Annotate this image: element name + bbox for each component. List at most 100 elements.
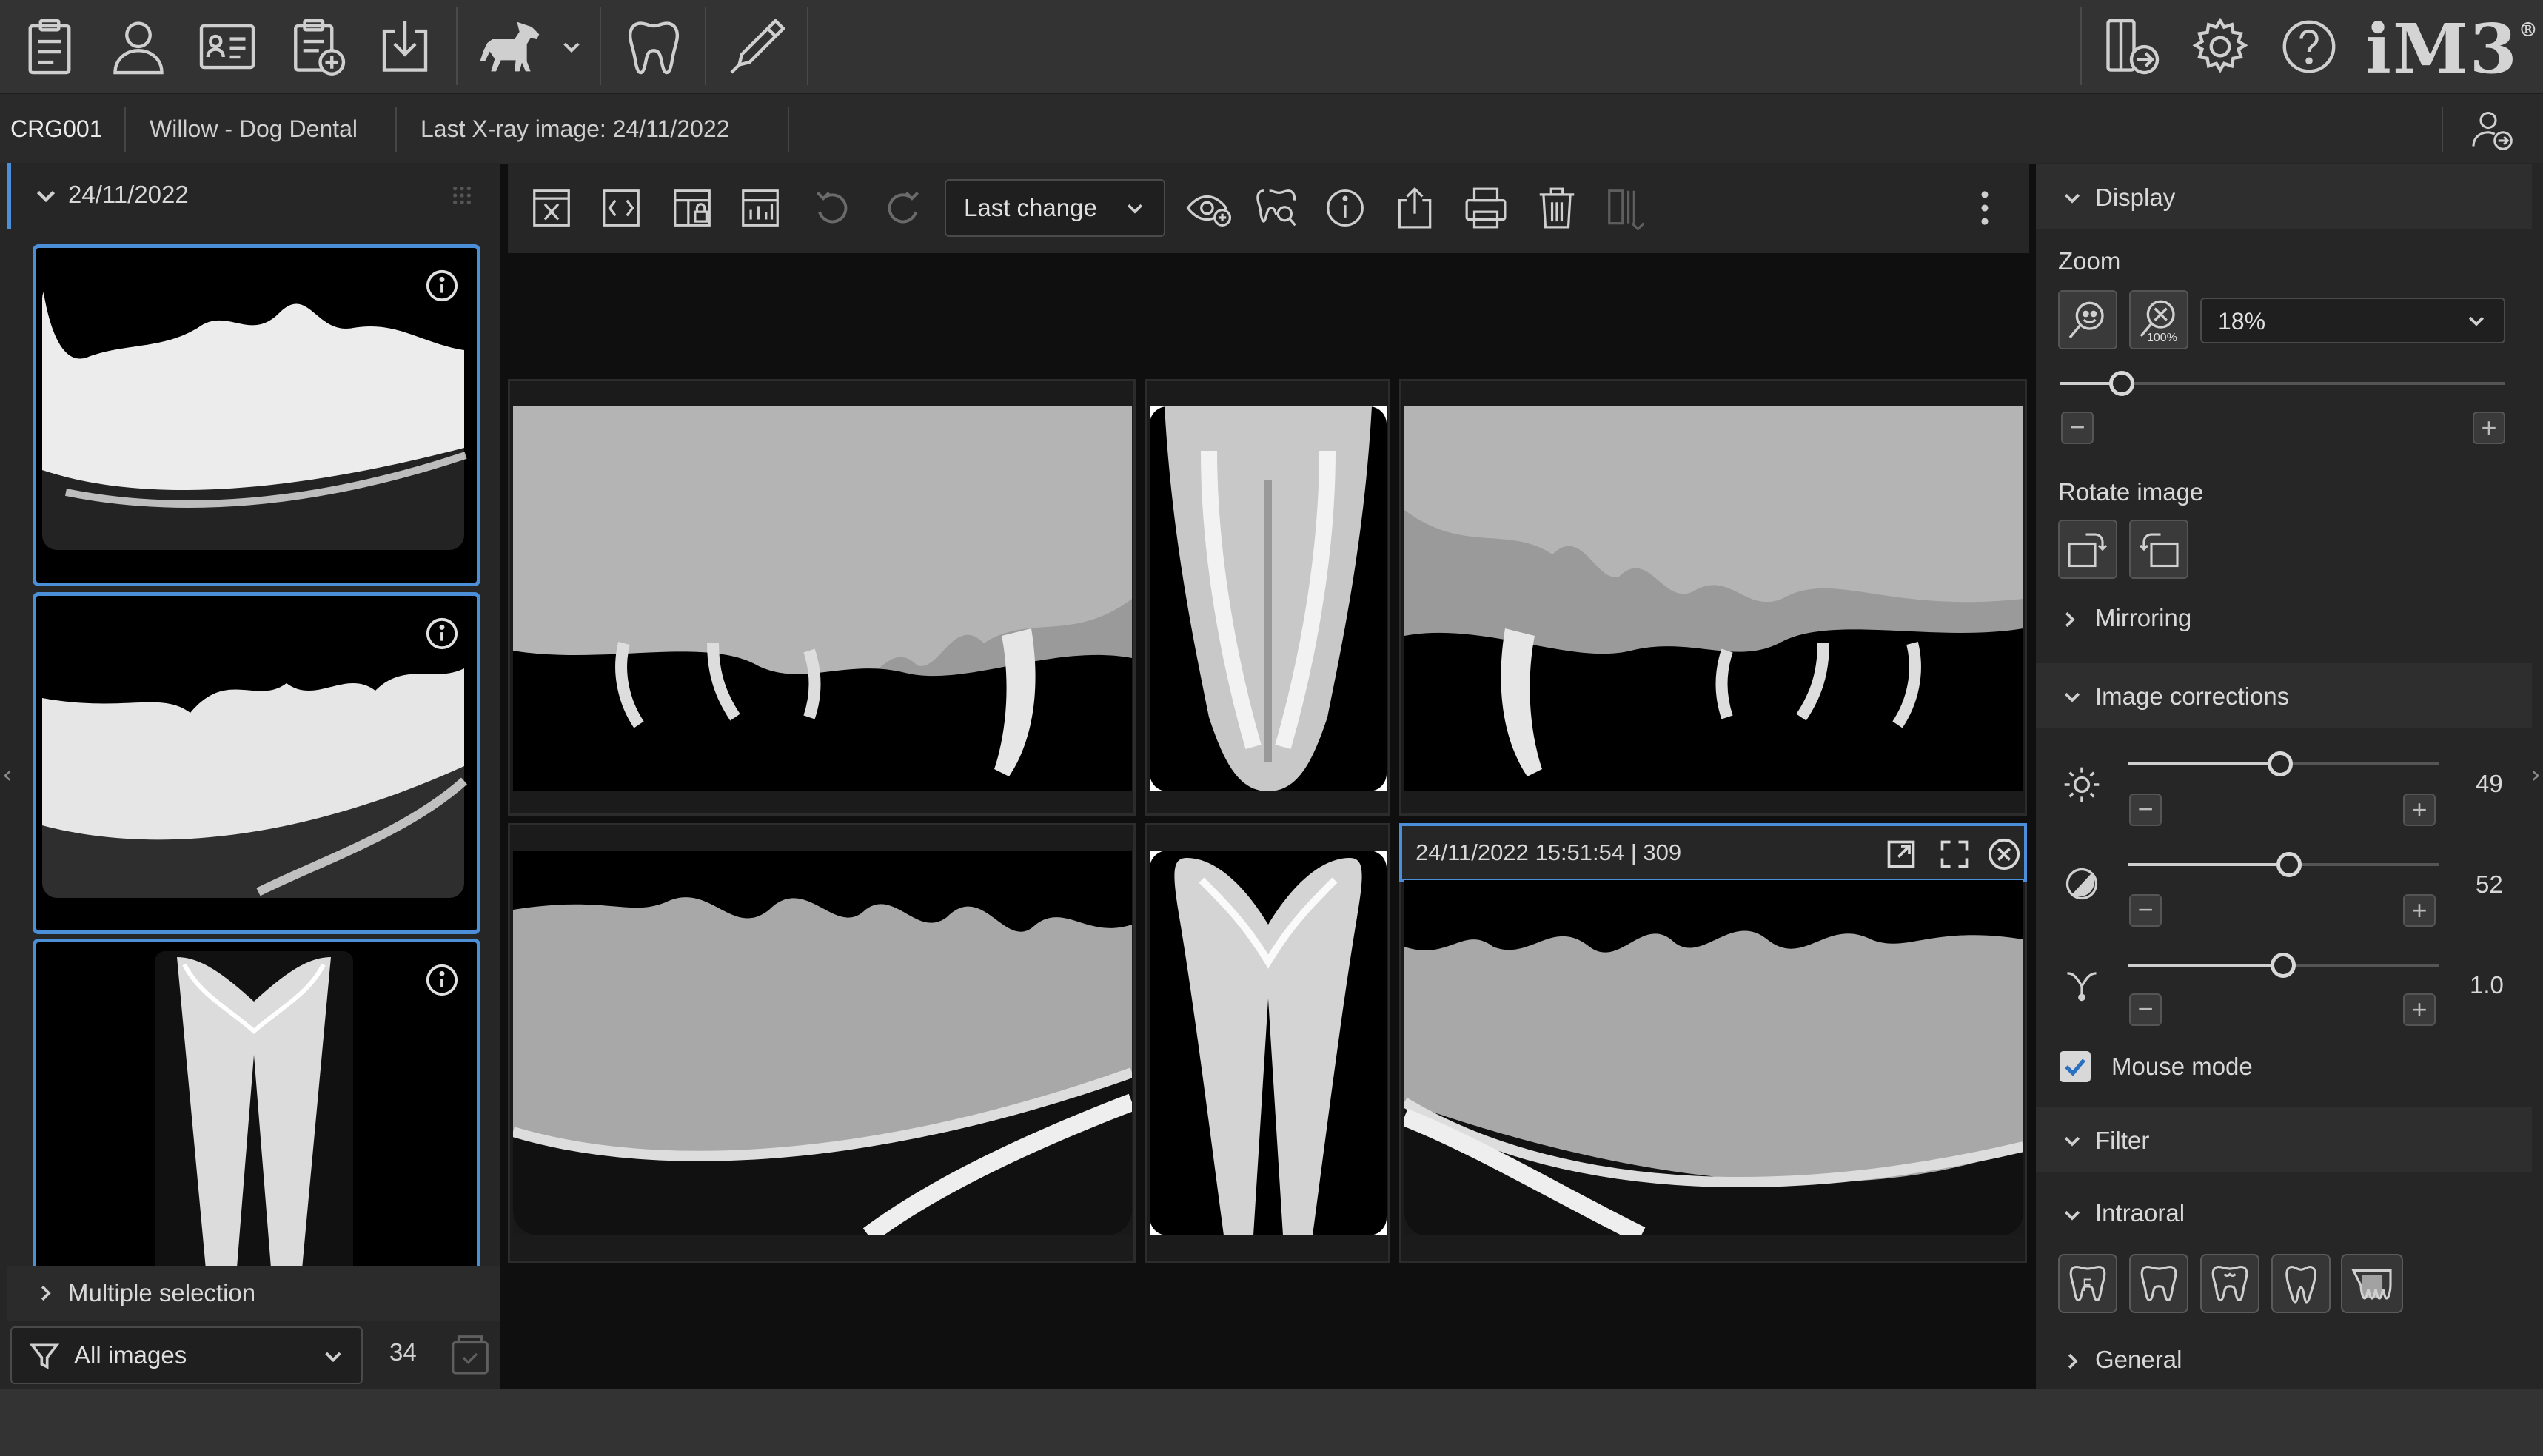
info-icon[interactable] — [425, 963, 459, 997]
xray-image[interactable] — [1150, 406, 1387, 791]
help-icon[interactable] — [2270, 7, 2348, 85]
xray-image[interactable] — [1404, 880, 2023, 1235]
layout-lock-icon[interactable] — [666, 182, 718, 234]
zoom-out-button[interactable]: − — [2061, 412, 2094, 444]
zoom-in-button[interactable]: + — [2473, 412, 2505, 444]
viewer-cell[interactable] — [1145, 823, 1390, 1263]
contrast-slider-fill — [2128, 863, 2290, 866]
gamma-decrease-button[interactable]: − — [2129, 993, 2162, 1026]
viewer-cell[interactable] — [1145, 379, 1390, 816]
switch-patient-icon[interactable] — [2470, 107, 2514, 152]
intraoral-label: Intraoral — [2095, 1199, 2185, 1227]
chevron-down-icon — [2064, 1136, 2080, 1147]
rotate-left-button[interactable] — [2058, 520, 2117, 579]
filter-canine-button[interactable] — [2271, 1254, 2331, 1313]
intraoral-row[interactable]: Intraoral — [2060, 1196, 2504, 1233]
drag-handle-icon[interactable] — [450, 184, 474, 207]
more-options-icon[interactable] — [1959, 182, 2011, 234]
toolbar-divider — [600, 7, 601, 85]
gamma-increase-button[interactable]: + — [2403, 993, 2436, 1026]
brightness-decrease-button[interactable]: − — [2129, 794, 2162, 826]
tooth-search-icon[interactable] — [1251, 182, 1303, 234]
import-icon[interactable] — [366, 7, 443, 85]
fullscreen-icon[interactable] — [1938, 838, 1971, 870]
brightness-icon — [2064, 767, 2100, 802]
xray-image[interactable] — [513, 851, 1132, 1235]
mouse-mode-label: Mouse mode — [2111, 1053, 2253, 1080]
thumbnail-image[interactable] — [33, 244, 480, 586]
filter-incisor-button[interactable] — [2341, 1254, 2403, 1313]
viewer-cell[interactable] — [508, 823, 1136, 1263]
chevron-down-icon[interactable] — [557, 7, 586, 85]
brightness-slider-handle[interactable] — [2267, 751, 2293, 776]
filter-premolar-button[interactable] — [2200, 1254, 2259, 1313]
info-icon[interactable] — [425, 269, 459, 303]
zoom-fit-button[interactable] — [2058, 290, 2117, 349]
contrast-increase-button[interactable]: + — [2403, 894, 2436, 927]
chevron-down-icon — [1127, 204, 1143, 214]
trash-icon[interactable] — [1531, 182, 1583, 234]
mouse-mode-checkbox[interactable] — [2060, 1051, 2091, 1082]
date-group-label[interactable]: 24/11/2022 — [68, 181, 189, 209]
image-viewer[interactable]: 24/11/2022 15:51:54 | 309 — [508, 253, 2029, 1389]
filter-section-header[interactable]: Filter — [2036, 1107, 2532, 1172]
clipboard-icon[interactable] — [10, 7, 88, 85]
archive-icon[interactable] — [447, 1329, 493, 1378]
filter-molar-button[interactable] — [2129, 1254, 2188, 1313]
viewer-cell-active[interactable]: 24/11/2022 15:51:54 | 309 — [1399, 823, 2027, 1263]
zoom-100-button[interactable]: 100% — [2129, 290, 2188, 349]
chevron-down-icon — [2064, 193, 2080, 204]
patient-card-icon[interactable] — [188, 7, 266, 85]
collapse-right-icon[interactable] — [2528, 761, 2543, 791]
redo-icon[interactable] — [877, 182, 928, 234]
image-filter-select[interactable]: All images — [10, 1326, 363, 1384]
chevron-down-icon — [2064, 692, 2080, 702]
xray-image[interactable] — [513, 406, 1132, 791]
filter-tooth-f-button[interactable]: F — [2058, 1254, 2117, 1313]
info-divider — [2442, 107, 2443, 152]
exit-device-icon[interactable] — [2092, 7, 2170, 85]
viewer-cell[interactable] — [1399, 379, 2027, 816]
info-icon[interactable] — [425, 617, 459, 651]
pen-draw-icon[interactable] — [718, 7, 796, 85]
filter-funnel-icon — [29, 1343, 60, 1369]
dog-species-icon[interactable] — [466, 7, 563, 85]
info-icon[interactable] — [1319, 182, 1371, 234]
chevron-down-icon[interactable] — [33, 182, 62, 212]
viewer-cell[interactable] — [508, 379, 1136, 816]
close-circle-icon[interactable] — [1987, 837, 2021, 871]
open-external-icon[interactable] — [1885, 838, 1917, 870]
xray-image[interactable] — [1150, 851, 1387, 1235]
multiple-selection-row[interactable]: Multiple selection — [7, 1266, 500, 1321]
contrast-value: 52 — [2476, 870, 2503, 898]
rotate-left-icon — [2068, 533, 2108, 568]
print-icon[interactable] — [1460, 182, 1512, 234]
patient-icon[interactable] — [99, 7, 177, 85]
tooth-icon[interactable] — [614, 7, 692, 85]
general-row[interactable]: General — [2060, 1343, 2504, 1380]
gamma-slider-handle[interactable] — [2271, 953, 2296, 978]
xray-image[interactable] — [1404, 406, 2023, 791]
add-clipboard-icon[interactable] — [278, 7, 356, 85]
zoom-level-select[interactable]: 18% — [2200, 298, 2505, 343]
brightness-increase-button[interactable]: + — [2403, 794, 2436, 826]
fit-view-icon[interactable] — [595, 182, 647, 234]
contrast-decrease-button[interactable]: − — [2129, 894, 2162, 927]
undo-icon[interactable] — [807, 182, 859, 234]
filter-select-value: All images — [74, 1341, 187, 1369]
eye-add-icon[interactable] — [1183, 182, 1235, 234]
rotate-right-button[interactable] — [2129, 520, 2188, 579]
image-corrections-header[interactable]: Image corrections — [2036, 663, 2532, 728]
sort-select[interactable]: Last change — [945, 179, 1165, 237]
thumbnail-image[interactable] — [33, 592, 480, 934]
layout-chart-icon[interactable] — [734, 182, 786, 234]
gear-icon[interactable] — [2181, 7, 2259, 85]
thumbnail-image[interactable] — [33, 939, 480, 1277]
export-icon[interactable] — [1389, 182, 1441, 234]
collapse-left-icon[interactable] — [0, 761, 15, 791]
mirroring-row[interactable]: Mirroring — [2058, 601, 2502, 638]
image-corrections-title: Image corrections — [2095, 682, 2290, 710]
close-layout-icon[interactable] — [526, 182, 577, 234]
display-section-header[interactable]: Display — [2036, 164, 2532, 229]
compare-icon[interactable] — [1601, 182, 1652, 234]
